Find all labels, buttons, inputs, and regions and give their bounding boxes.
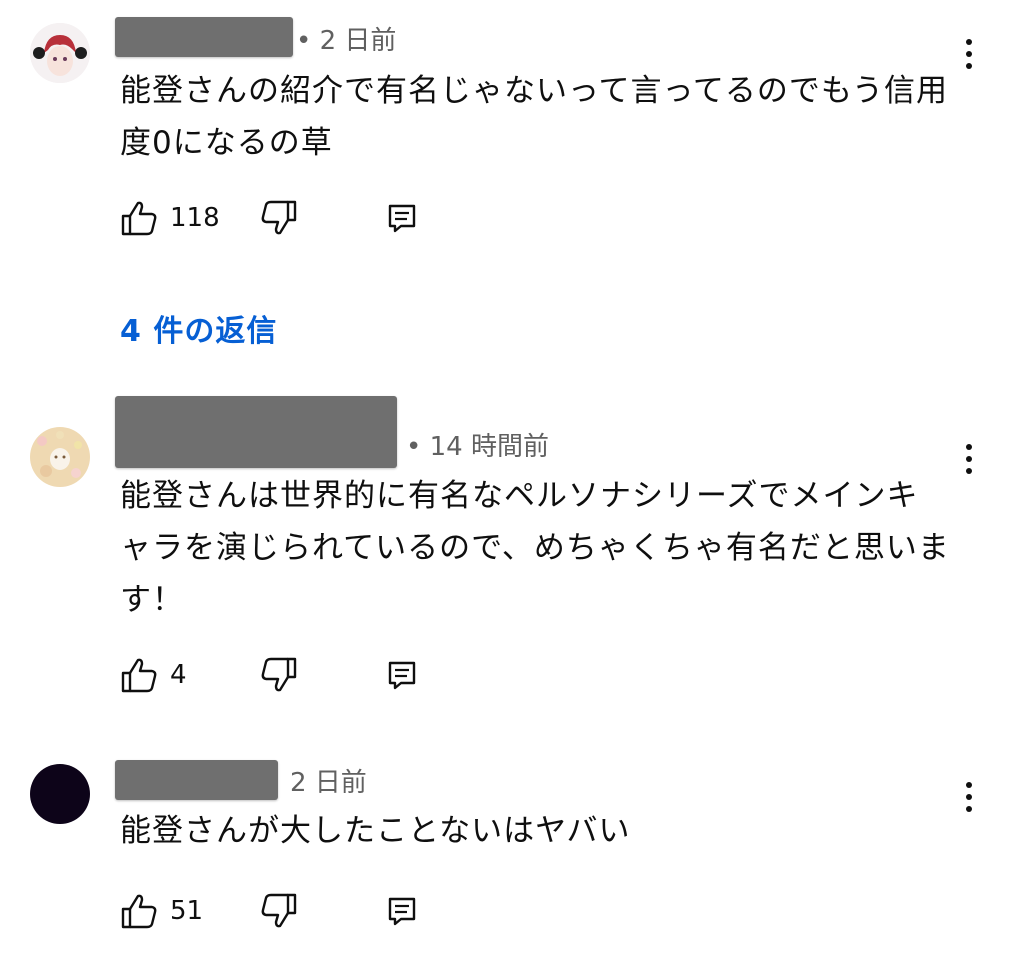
reply-comment-icon [388,204,416,233]
avatar[interactable] [30,23,90,83]
comment-2: • 14 時間前 能登さんは世界的に有名なペルソナシリーズでメインキャラを演じら… [0,390,1023,710]
like-count: 4 [170,660,187,690]
reply-button[interactable] [385,891,425,931]
thumbs-down-icon [261,200,297,235]
dislike-button[interactable] [260,198,300,238]
more-vert-icon[interactable] [955,440,983,480]
redacted-username[interactable] [115,17,293,57]
dislike-button[interactable] [260,655,300,695]
more-vert-icon[interactable] [955,778,983,818]
reply-button[interactable] [385,655,425,695]
comment-text: 能登さんは世界的に有名なペルソナシリーズでメインキャラを演じられているので、めち… [120,478,950,618]
like-button[interactable]: 4 [120,655,230,695]
more-vert-icon[interactable] [955,35,983,75]
thumbs-up-icon [121,201,157,236]
reply-button[interactable] [385,198,425,238]
comment-actions: 118 [120,198,440,238]
comment-text: 能登さんが大したことないはヤバい [120,813,631,849]
thumbs-up-icon [121,894,157,929]
view-replies-link[interactable]: 4 件の返信 [120,306,277,350]
thumbs-up-icon [121,658,157,693]
reply-comment-icon [388,897,416,926]
like-button[interactable]: 51 [120,891,230,931]
comment-text: 能登さんの紹介で有名じゃないって言ってるのでもう信用度0になるの草 [120,73,948,161]
avatar[interactable] [30,427,90,487]
comment-1: • 2 日前 能登さんの紹介で有名じゃないって言ってるのでもう信用度0になるの草… [0,0,1023,300]
thumbs-down-icon [261,657,297,692]
like-count: 51 [170,896,204,926]
redacted-username[interactable] [115,396,397,468]
timestamp: • 2 日前 [296,26,397,56]
redacted-username[interactable] [115,760,278,800]
dislike-button[interactable] [260,891,300,931]
thumbs-down-icon [261,893,297,928]
like-count: 118 [170,203,220,233]
like-button[interactable]: 118 [120,198,230,238]
timestamp: • 14 時間前 [406,432,549,462]
comment-actions: 4 [120,655,440,695]
comment-actions: 51 [120,891,440,931]
comment-3: 2 日前 能登さんが大したことないはヤバい 51 [0,750,1023,956]
reply-comment-icon [388,661,416,690]
timestamp: 2 日前 [290,768,367,798]
avatar[interactable] [30,764,90,824]
